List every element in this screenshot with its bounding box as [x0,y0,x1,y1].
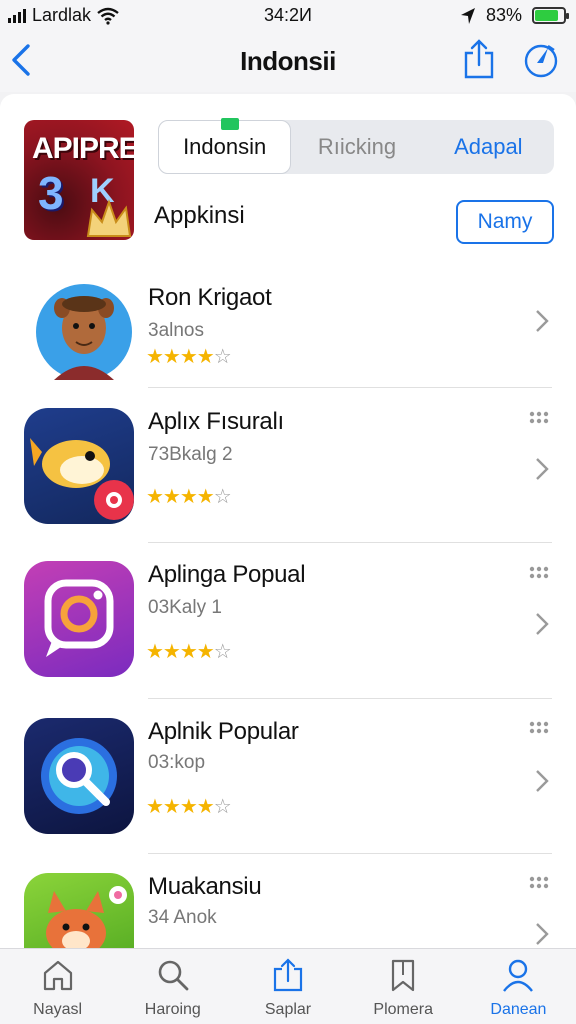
app-subtitle: 34 Anok [148,907,217,928]
featured-app-icon[interactable]: APIPRE 3 K [24,120,134,240]
star-rating: ★★★★☆ [146,796,232,818]
star-rating: ★★★★☆ [146,486,232,508]
share-icon[interactable] [462,38,496,80]
featured-icon-number: 3 [38,167,64,219]
camera-chat-icon [44,579,114,657]
tab-bar: Nayasl Haroing Saplar Plomera Danean [0,948,576,1024]
chevron-right-icon [536,613,549,635]
app-subtitle: 3alnos [148,320,204,341]
crown-icon [86,198,132,237]
tab-label: Saplar [264,1001,312,1018]
battery-percent: 83% [485,5,522,25]
bookmark-icon [392,959,415,992]
segment-label: Rıicking [317,134,397,159]
row-divider [148,698,552,699]
featured-label: Appkinsi [154,202,245,229]
tab-plomera[interactable]: Plomera [346,949,461,1024]
more-dots-icon[interactable] [528,410,550,426]
app-icon [24,718,134,834]
segmented-control: Indonsin Rıicking Adapal [158,118,554,174]
search-lens-icon [41,738,117,814]
tab-haroing[interactable]: Haroing [115,949,230,1024]
tab-danean[interactable]: Danean [461,949,576,1024]
app-list-item[interactable]: Aplıx Fısuralı 73Bkalg 2 ★★★★☆ [0,394,576,544]
segment-label: Adapal [454,134,523,159]
row-divider [148,853,552,854]
tab-label: Haroing [144,1001,201,1018]
app-list-item[interactable]: Aplinga Popual 03Kaly 1 ★★★★☆ [0,549,576,699]
app-subtitle: 03:kop [148,752,206,773]
app-icon [24,561,134,677]
share-icon [273,958,303,992]
compass-icon[interactable] [522,42,560,80]
row-divider [148,387,552,388]
tab-saplar[interactable]: Saplar [230,949,345,1024]
search-icon [158,960,189,991]
app-icon [24,873,134,948]
tab-label: Plomera [373,1001,433,1018]
navigation-bar: Indonsii [0,32,576,92]
more-dots-icon[interactable] [528,720,550,736]
tab-nayasl[interactable]: Nayasl [0,949,115,1024]
app-list-item[interactable]: Aplnik Popular 03:kop ★★★★☆ [0,704,576,854]
app-icon [24,274,134,390]
app-name: Aplnik Popular [148,718,299,745]
app-name: Ron Krigaot [148,284,272,311]
segment-adapal[interactable]: Adapal [423,120,554,174]
app-name: Aplinga Popual [148,561,306,588]
app-subtitle: 03Kaly 1 [148,597,222,618]
tab-label: Danean [490,1001,547,1018]
fox-character-icon [46,886,127,948]
chevron-right-icon [536,310,549,332]
segment-indonsin[interactable]: Indonsin [158,118,292,174]
featured-icon-title: APIPRE [32,132,134,165]
app-name: Muakansiu [148,873,262,900]
location-arrow-icon [460,7,475,24]
fish-game-icon [30,438,134,520]
app-list-item[interactable]: Ron Krigaot 3alnos ★★★★☆ [0,264,576,414]
app-icon [24,408,134,524]
tab-label: Nayasl [33,1001,83,1018]
more-dots-icon[interactable] [528,875,550,891]
character-face-icon [36,284,132,380]
segment-ricking[interactable]: Rıicking [291,120,422,174]
chevron-right-icon [536,458,549,480]
content-panel: APIPRE 3 K Indonsin Rıicking Adapal Appk… [0,94,576,948]
status-bar: Lardlak 34:2И 83% [0,0,576,32]
home-icon [43,960,72,991]
app-name: Aplıx Fısuralı [148,408,284,435]
app-list-item[interactable]: Muakansiu 34 Anok [0,859,576,948]
namy-button[interactable]: Namy [456,200,554,244]
battery-fill [535,10,559,21]
app-subtitle: 73Bkalg 2 [148,444,233,465]
star-rating: ★★★★☆ [146,346,232,368]
status-right: 83% [460,5,569,26]
more-dots-icon[interactable] [528,565,550,581]
segment-indicator [221,118,239,130]
person-icon [503,959,534,992]
star-rating: ★★★★☆ [146,641,232,663]
chevron-right-icon [536,770,549,792]
battery-icon [532,7,569,24]
segment-label: Indonsin [183,134,267,159]
row-divider [148,542,552,543]
chevron-right-icon [536,923,549,945]
